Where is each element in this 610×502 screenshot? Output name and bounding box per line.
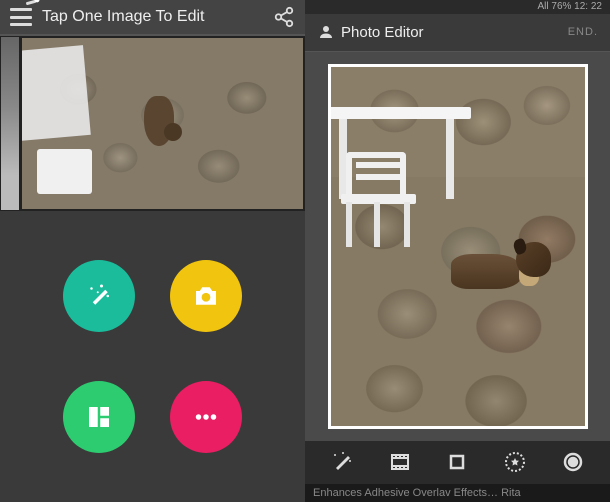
magic-wand-icon bbox=[330, 450, 354, 474]
magic-wand-icon bbox=[84, 281, 114, 311]
more-icon bbox=[191, 402, 221, 432]
menu-icon[interactable] bbox=[10, 8, 32, 26]
share-icon[interactable] bbox=[273, 6, 295, 28]
magic-tool-button[interactable] bbox=[327, 447, 357, 477]
vignette-button[interactable] bbox=[558, 447, 588, 477]
vignette-icon bbox=[561, 450, 585, 474]
star-badge-icon bbox=[503, 450, 527, 474]
filmstrip-icon bbox=[388, 450, 412, 474]
picker-title: Tap One Image To Edit bbox=[42, 8, 273, 26]
star-badge-button[interactable] bbox=[500, 447, 530, 477]
user-icon bbox=[317, 23, 335, 41]
left-header: Tap One Image To Edit bbox=[0, 0, 305, 36]
editor-header: Photo Editor END. bbox=[305, 14, 610, 52]
status-text: All 76% 12: 22 bbox=[538, 1, 603, 12]
editor-toolbar bbox=[305, 441, 610, 485]
camera-button[interactable] bbox=[170, 260, 242, 332]
collage-icon bbox=[84, 402, 114, 432]
footer-hints: Enhances Adhesive Overlav Effects… Rita bbox=[305, 484, 610, 502]
filmstrip-button[interactable] bbox=[385, 447, 415, 477]
thumbnail-strip bbox=[0, 36, 305, 211]
action-grid bbox=[0, 211, 305, 502]
more-button[interactable] bbox=[170, 381, 242, 453]
crop-icon bbox=[445, 450, 469, 474]
status-bar: All 76% 12: 22 bbox=[305, 0, 610, 14]
collage-button[interactable] bbox=[63, 381, 135, 453]
photo-preview[interactable] bbox=[328, 64, 588, 429]
editor-title: Photo Editor bbox=[341, 24, 568, 41]
photo-editor-panel: All 76% 12: 22 Photo Editor END. bbox=[305, 0, 610, 502]
magic-wand-button[interactable] bbox=[63, 260, 135, 332]
camera-icon bbox=[191, 281, 221, 311]
thumbnail-prev[interactable] bbox=[0, 36, 20, 211]
editor-canvas bbox=[305, 52, 610, 441]
end-label[interactable]: END. bbox=[568, 26, 598, 38]
thumbnail-selected[interactable] bbox=[20, 36, 305, 211]
image-picker-panel: Tap One Image To Edit bbox=[0, 0, 305, 502]
crop-button[interactable] bbox=[442, 447, 472, 477]
